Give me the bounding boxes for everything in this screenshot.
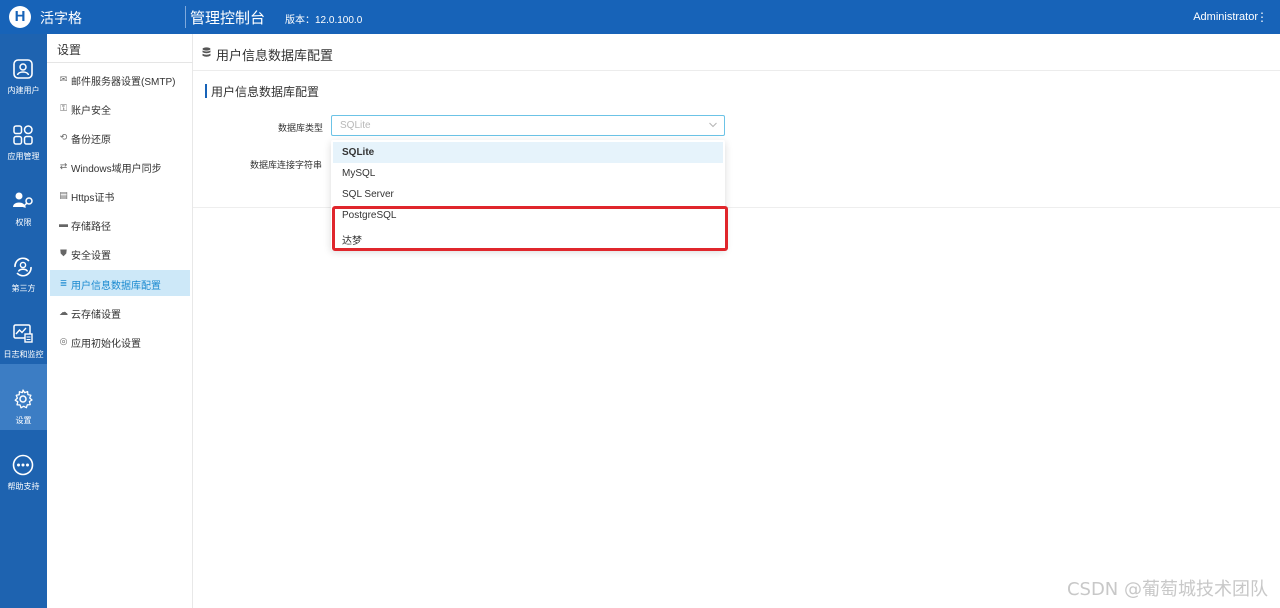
nav-item-builtin-users[interactable]: 内建用户 [0, 34, 47, 100]
dropdown-option-sqlite[interactable]: SQLite [333, 142, 723, 163]
apps-grid-icon [13, 125, 33, 145]
sidebar-item-label: Windows域用户同步 [71, 164, 162, 175]
page-title: 用户信息数据库配置 [216, 48, 334, 63]
nav-label: 应用管理 [7, 152, 40, 161]
user-icon [13, 59, 33, 79]
section-title: 用户信息数据库配置 [211, 85, 320, 99]
app-logo: H [9, 6, 31, 28]
topbar-divider [185, 6, 186, 28]
certificate-icon: ▤ [59, 190, 68, 200]
sidebar-item-cloud-storage[interactable]: ☁ 云存储设置 [50, 299, 190, 325]
sidebar-item-app-init[interactable]: ◎ 应用初始化设置 [50, 328, 190, 354]
option-label: SQL Server [342, 189, 394, 200]
sidebar-item-label: 安全设置 [71, 251, 111, 262]
sidebar-item-backup-restore[interactable]: ⟲ 备份还原 [50, 124, 190, 150]
account-security-icon: ⚿ [60, 103, 67, 113]
nav-label: 日志和监控 [3, 350, 44, 359]
sidebar-item-security-settings[interactable]: ⛊ 安全设置 [50, 240, 190, 266]
backup-icon: ⟲ [59, 132, 68, 142]
nav-label: 帮助支持 [7, 482, 40, 491]
shield-icon: ⛊ [60, 248, 67, 258]
sidebar-item-storage-path[interactable]: ▬ 存储路径 [50, 211, 190, 237]
init-settings-icon: ◎ [59, 336, 68, 346]
highlight-annotation-box [332, 206, 728, 251]
conn-string-label: 数据库连接字符串 [250, 160, 323, 170]
nav-label: 内建用户 [7, 86, 40, 95]
console-title: 管理控制台 [190, 10, 266, 27]
sidebar-item-user-db-config[interactable]: ≣ 用户信息数据库配置 [50, 270, 190, 296]
database-icon [202, 47, 211, 57]
section-accent-bar [205, 84, 207, 98]
sidebar-item-label: Https证书 [71, 193, 115, 204]
nav-item-log-monitor[interactable]: 日志和监控 [0, 298, 47, 364]
sidebar-item-label: 账户安全 [71, 106, 111, 117]
dropdown-option-sql-server[interactable]: SQL Server [333, 184, 723, 205]
sidebar-item-smtp[interactable]: ✉ 邮件服务器设置(SMTP) [50, 66, 190, 92]
nav-label: 设置 [15, 416, 32, 425]
main-header: 用户信息数据库配置 [193, 34, 1280, 71]
top-bar: H 活字格 管理控制台 版本：12.0.100.0 Administrator … [0, 0, 1280, 34]
divider [47, 62, 193, 63]
option-label: SQLite [342, 147, 375, 158]
sidebar-item-label: 用户信息数据库配置 [71, 281, 161, 292]
dropdown-option-mysql[interactable]: MySQL [333, 163, 723, 184]
watermark: CSDN @葡萄城技术团队 [1066, 579, 1268, 600]
db-type-select-value: SQLite [340, 120, 371, 131]
more-dots-icon [12, 454, 34, 476]
nav-label: 权限 [15, 218, 32, 227]
user-menu[interactable]: Administrator [1193, 11, 1258, 23]
sidebar-item-label: 存储路径 [71, 222, 111, 233]
third-party-icon [14, 257, 32, 277]
kebab-menu-icon[interactable]: ⋮ [1256, 10, 1268, 24]
sidebar-item-label: 云存储设置 [71, 310, 121, 321]
log-monitor-icon [13, 324, 33, 343]
sidebar-item-label: 备份还原 [71, 135, 111, 146]
sidebar-item-account-security[interactable]: ⚿ 账户安全 [50, 95, 190, 121]
sidebar-item-https-cert[interactable]: ▤ Https证书 [50, 182, 190, 208]
nav-item-third-party[interactable]: 第三方 [0, 232, 47, 298]
windows-sync-icon: ⇄ [59, 161, 68, 171]
option-label: MySQL [342, 168, 376, 179]
cloud-icon: ☁ [59, 307, 68, 317]
app-name: 活字格 [40, 10, 82, 26]
version-label: 版本：12.0.100.0 [285, 15, 363, 26]
main-content: 用户信息数据库配置 用户信息数据库配置 数据库类型 SQLite 数据库连接字符… [193, 34, 1280, 608]
chevron-down-icon [709, 122, 717, 128]
folder-icon: ▬ [59, 219, 68, 229]
db-type-select[interactable]: SQLite [331, 115, 725, 136]
nav-item-settings[interactable]: 设置 [0, 364, 47, 430]
gear-icon [14, 389, 33, 409]
sidebar-item-windows-sync[interactable]: ⇄ Windows域用户同步 [50, 153, 190, 179]
settings-sidebar: 设置 ✉ 邮件服务器设置(SMTP) ⚿ 账户安全 ⟲ 备份还原 ⇄ Windo… [47, 34, 193, 608]
nav-item-app-management[interactable]: 应用管理 [0, 100, 47, 166]
nav-label: 第三方 [11, 284, 36, 293]
sidebar-title: 设置 [57, 43, 82, 57]
nav-item-help-support[interactable]: 帮助支持 [0, 430, 47, 496]
db-type-label: 数据库类型 [278, 123, 324, 133]
mail-icon: ✉ [59, 74, 68, 84]
nav-item-permission[interactable]: 权限 [0, 166, 47, 232]
permission-key-icon [13, 192, 33, 209]
left-nav: 内建用户 应用管理 权限 第三方 日志和监控 设置 帮助支持 [0, 34, 47, 608]
database-icon: ≣ [59, 278, 68, 288]
sidebar-item-label: 应用初始化设置 [71, 339, 141, 350]
sidebar-item-label: 邮件服务器设置(SMTP) [71, 77, 176, 88]
